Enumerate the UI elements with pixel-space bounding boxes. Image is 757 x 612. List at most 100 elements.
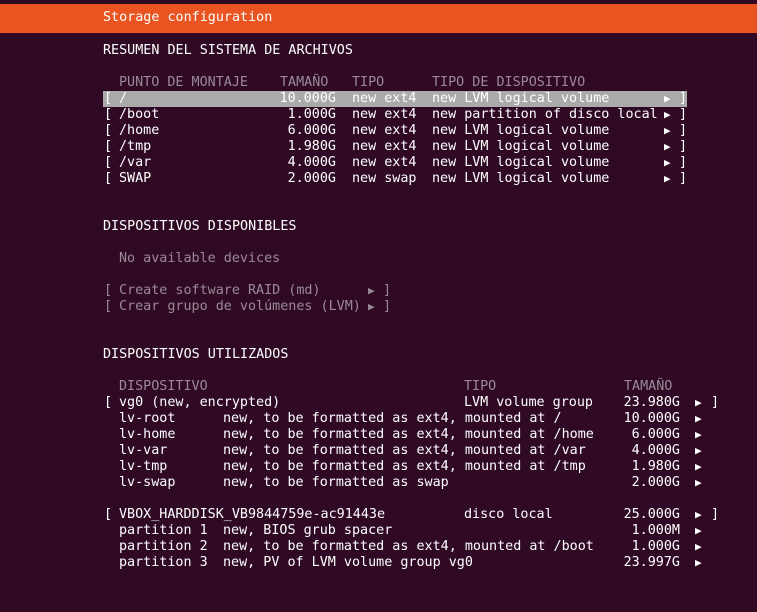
used-device-child-row[interactable]: lv-root new, to be formatted as ext4, mou… <box>0 411 757 427</box>
size-value: 10.000G <box>279 91 336 106</box>
fs-type: new swap <box>352 171 417 186</box>
device-type: new LVM logical volume <box>432 139 610 154</box>
child-size: 23.997G <box>623 555 680 570</box>
bracket-left: [ <box>104 507 113 522</box>
header-bar: Storage configuration <box>0 4 757 33</box>
bracket-right: ] <box>679 139 688 154</box>
child-size: 2.000G <box>631 475 680 490</box>
create-lvm-button[interactable]: [ Crear grupo de volúmenes (LVM) ▶ ] <box>0 299 757 315</box>
child-description: new, to be formatted as ext4, mounted at… <box>223 411 562 426</box>
device-type: new LVM logical volume <box>432 91 610 106</box>
size-value: 1.980G <box>287 139 336 154</box>
fs-summary-row[interactable]: [/var 4.000G new ext4 new LVM logical volum… <box>0 155 757 171</box>
bracket-left: [ <box>104 91 113 106</box>
used-device-child-row[interactable]: lv-var new, to be formatted as ext4, moun… <box>0 443 757 459</box>
bracket-left: [ <box>104 171 113 186</box>
chevron-right-icon: ▶ <box>368 300 375 313</box>
chevron-right-icon: ▶ <box>695 444 702 457</box>
col-type: TIPO <box>464 379 497 394</box>
chevron-right-icon: ▶ <box>664 108 671 121</box>
child-name: lv-var <box>119 443 168 458</box>
device-type: disco local <box>464 507 553 522</box>
size-value: 6.000G <box>287 123 336 138</box>
used-column-headers: DISPOSITIVO TIPO TAMAÑO <box>0 379 757 395</box>
fs-type: new ext4 <box>352 91 417 106</box>
col-size: TAMAÑO <box>280 75 329 90</box>
col-device: DISPOSITIVO <box>119 379 208 394</box>
mount-point: / <box>119 91 128 106</box>
child-size: 6.000G <box>631 427 680 442</box>
chevron-right-icon: ▶ <box>695 508 702 521</box>
child-name: lv-tmp <box>119 459 168 474</box>
child-description: new, to be formatted as ext4, mounted at… <box>223 427 594 442</box>
fs-type: new ext4 <box>352 107 417 122</box>
used-device-child-row[interactable]: lv-home new, to be formatted as ext4, mou… <box>0 427 757 443</box>
bracket-left: [ <box>104 123 113 138</box>
used-device-child-row[interactable]: partition 3 new, PV of LVM volume group v… <box>0 555 757 571</box>
bracket-right: ] <box>711 395 720 410</box>
fs-summary-row[interactable]: [/tmp 1.980G new ext4 new LVM logical volum… <box>0 139 757 155</box>
chevron-right-icon: ▶ <box>695 412 702 425</box>
chevron-right-icon: ▶ <box>664 92 671 105</box>
child-description: new, to be formatted as ext4, mounted at… <box>223 539 594 554</box>
create-lvm-label: Crear grupo de volúmenes (LVM) <box>119 299 361 314</box>
mount-point: /boot <box>119 107 160 122</box>
used-device-row[interactable]: [ VBOX_HARDDISK_VB9844759e-ac91443e disco … <box>0 507 757 523</box>
used-device-child-row[interactable]: lv-swap new, to be formatted as swap 2.000… <box>0 475 757 491</box>
size-value: 4.000G <box>287 155 336 170</box>
bracket-left: [ <box>104 107 113 122</box>
fs-summary-row[interactable]: [/home 6.000G new ext4 new LVM logical volu… <box>0 123 757 139</box>
fs-type: new ext4 <box>352 123 417 138</box>
child-name: lv-home <box>119 427 176 442</box>
bracket-right: ] <box>679 155 688 170</box>
device-name: VBOX_HARDDISK_VB9844759e-ac91443e <box>119 507 386 522</box>
device-size: 23.980G <box>623 395 680 410</box>
mount-point: SWAP <box>119 171 152 186</box>
child-name: partition 3 <box>119 555 208 570</box>
chevron-right-icon: ▶ <box>695 460 702 473</box>
device-size: 25.000G <box>623 507 680 522</box>
bracket-left: [ <box>104 283 113 298</box>
create-raid-button[interactable]: [ Create software RAID (md) ▶ ] <box>0 283 757 299</box>
child-size: 10.000G <box>623 411 680 426</box>
device-type: new partition of disco local <box>432 107 658 122</box>
device-type: new LVM logical volume <box>432 155 610 170</box>
col-size: TAMAÑO <box>624 379 673 394</box>
child-name: lv-root <box>119 411 176 426</box>
child-name: lv-swap <box>119 475 176 490</box>
fs-summary-row[interactable]: [ /boot 1.000G new ext4 new partition of dis… <box>0 107 757 123</box>
bracket-left: [ <box>104 395 113 410</box>
chevron-right-icon: ▶ <box>664 156 671 169</box>
size-value: 1.000G <box>287 107 336 122</box>
child-description: new, to be formatted as ext4, mounted at… <box>223 459 586 474</box>
device-type: new LVM logical volume <box>432 123 610 138</box>
used-heading: DISPOSITIVOS UTILIZADOS <box>103 347 289 362</box>
used-device-row[interactable]: [ vg0 (new, encrypted) LVM volume group 23.… <box>0 395 757 411</box>
bracket-right: ] <box>679 91 688 106</box>
fs-summary-heading: RESUMEN DEL SISTEMA DE ARCHIVOS <box>103 43 353 58</box>
fs-summary-row[interactable]: [ / 10.000G new ext4 new LVM logical volume ▶… <box>0 91 757 107</box>
child-description: new, PV of LVM volume group vg0 <box>223 555 473 570</box>
chevron-right-icon: ▶ <box>695 396 702 409</box>
child-description: new, to be formatted as swap <box>223 475 449 490</box>
bracket-left: [ <box>104 299 113 314</box>
used-device-child-row[interactable]: partition 1 new, BIOS grub spacer 1.000M ▶ <box>0 523 757 539</box>
child-name: partition 1 <box>119 523 208 538</box>
create-raid-label: Create software RAID (md) <box>119 283 321 298</box>
col-type: TIPO <box>352 75 385 90</box>
size-value: 2.000G <box>287 171 336 186</box>
chevron-right-icon: ▶ <box>695 476 702 489</box>
device-name: vg0 (new, encrypted) <box>119 395 281 410</box>
used-device-child-row[interactable]: lv-tmp new, to be formatted as ext4, moun… <box>0 459 757 475</box>
used-device-child-row[interactable]: partition 2 new, to be formatted as ext4,… <box>0 539 757 555</box>
fs-summary-row[interactable]: [SWAP 2.000G new swap new LVM logical volum… <box>0 171 757 187</box>
available-heading: DISPOSITIVOS DISPONIBLES <box>103 219 297 234</box>
chevron-right-icon: ▶ <box>695 524 702 537</box>
chevron-right-icon: ▶ <box>664 172 671 185</box>
child-size: 1.000M <box>631 523 680 538</box>
mount-point: /tmp <box>119 139 152 154</box>
device-type: LVM volume group <box>464 395 593 410</box>
chevron-right-icon: ▶ <box>664 124 671 137</box>
child-size: 1.000G <box>631 539 680 554</box>
bracket-right: ] <box>679 107 688 122</box>
